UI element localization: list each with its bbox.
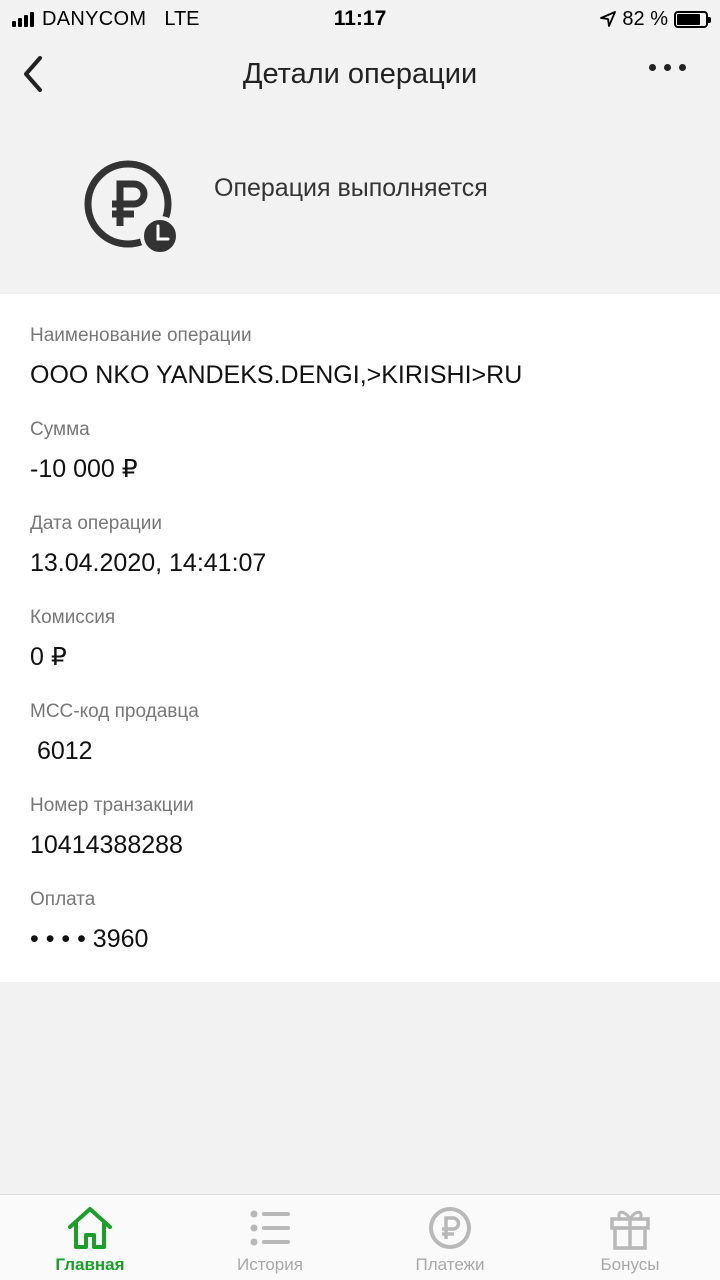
status-bar: DANYCOM LTE 11:17 82 %	[0, 0, 720, 38]
operation-status: Операция выполняется	[0, 110, 720, 294]
location-arrow-icon	[600, 11, 617, 27]
status-bar-right: 82 %	[448, 7, 711, 31]
detail-label: Сумма	[30, 419, 90, 440]
ruble-clock-icon	[84, 160, 180, 256]
detail-label: Номер транзакции	[30, 795, 194, 816]
tab-label: Платежи	[415, 1255, 485, 1274]
detail-value: 10414388288	[30, 831, 183, 859]
list-icon	[250, 1210, 290, 1246]
operation-status-text: Операция выполняется	[214, 174, 488, 202]
more-dot	[679, 64, 686, 71]
tab-home[interactable]: Главная	[0, 1195, 180, 1280]
signal-strength-icon	[12, 11, 34, 27]
detail-amount: Сумма -10 000 ₽	[30, 418, 690, 512]
tab-bonuses[interactable]: Бонусы	[540, 1195, 720, 1280]
detail-label: Оплата	[30, 889, 96, 910]
back-button[interactable]	[18, 54, 50, 94]
detail-transaction-number: Номер транзакции 10414388288	[30, 794, 690, 888]
detail-label: Комиссия	[30, 607, 116, 628]
detail-label: Наименование операции	[30, 325, 252, 346]
battery-level	[677, 13, 700, 25]
network-type: LTE	[164, 7, 200, 30]
detail-payment-card: Оплата • • • • 3960	[30, 888, 690, 982]
page-title: Детали операции	[242, 57, 478, 90]
detail-commission: Комиссия 0 ₽	[30, 606, 690, 700]
chevron-left-icon	[24, 56, 42, 92]
status-time: 11:17	[333, 7, 387, 30]
more-options-button[interactable]	[649, 64, 686, 71]
detail-mcc: MCC-код продавца 6012	[30, 700, 690, 794]
carrier-name: DANYCOM	[42, 7, 147, 30]
tab-bar: Главная История Платежи Бонусы	[0, 1194, 720, 1280]
detail-date: Дата операции 13.04.2020, 14:41:07	[30, 512, 690, 606]
detail-value: 0 ₽	[30, 643, 67, 671]
home-icon	[68, 1207, 112, 1249]
tab-label: Главная	[55, 1255, 125, 1274]
status-bar-left: DANYCOM LTE	[12, 8, 272, 31]
detail-value: ООО NKO YANDEKS.DENGI,>KIRISHI>RU	[30, 361, 523, 389]
detail-operation-name: Наименование операции ООО NKO YANDEKS.DE…	[30, 324, 690, 418]
tab-payments[interactable]: Платежи	[360, 1195, 540, 1280]
battery-icon	[674, 10, 711, 28]
detail-value: -10 000 ₽	[30, 455, 138, 483]
battery-percent: 82 %	[622, 7, 668, 30]
gift-icon	[610, 1210, 650, 1250]
detail-label: MCC-код продавца	[30, 701, 199, 722]
more-dot	[649, 64, 656, 71]
detail-label: Дата операции	[30, 513, 163, 534]
nav-bar: Детали операции	[0, 38, 720, 110]
tab-label: История	[237, 1255, 303, 1274]
ruble-icon	[429, 1207, 471, 1249]
detail-value: • • • • 3960	[30, 925, 149, 953]
tab-history[interactable]: История	[180, 1195, 360, 1280]
tab-label: Бонусы	[600, 1255, 660, 1274]
more-dot	[664, 64, 671, 71]
detail-value: 6012	[30, 737, 93, 765]
operation-details: Наименование операции ООО NKO YANDEKS.DE…	[0, 294, 720, 982]
detail-value: 13.04.2020, 14:41:07	[30, 549, 267, 577]
